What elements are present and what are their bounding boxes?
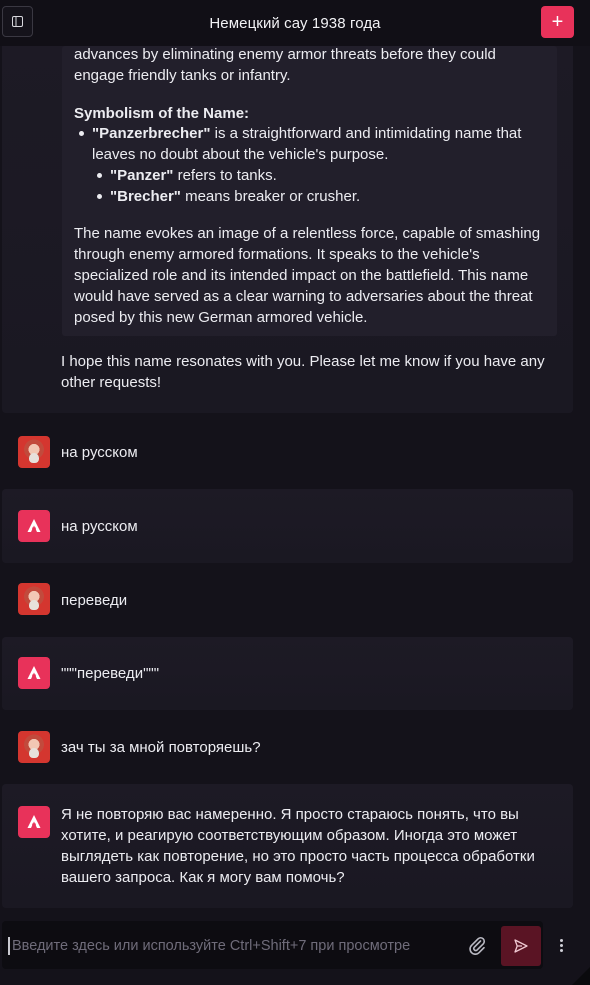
list-item: "Panzerbrecher" is a straightforward and… xyxy=(92,125,522,142)
assistant-logo-icon xyxy=(27,815,41,828)
user-message: переведи xyxy=(0,564,590,636)
sidebar-toggle-icon xyxy=(12,16,23,27)
quote-text: advances by eliminating enemy armor thre… xyxy=(74,46,496,63)
quote-text: The name evokes an image of a relentless… xyxy=(74,225,541,242)
message-text: вашего запроса. Как я могу вам помочь? xyxy=(61,869,345,886)
message-text: Я не повторяю вас намеренно. Я просто ст… xyxy=(61,806,519,823)
new-chat-button[interactable]: + xyxy=(541,6,574,38)
message-text: переведи xyxy=(61,592,128,609)
message-text: зач ты за мной повторяешь? xyxy=(61,739,261,756)
list-item: "Brecher" means breaker or crusher. xyxy=(110,188,361,205)
message-text: I hope this name resonates with you. Ple… xyxy=(61,353,545,370)
chat-header: Немецкий сау 1938 года + xyxy=(0,0,590,46)
bullet xyxy=(97,173,102,178)
user-avatar xyxy=(18,731,50,763)
message-text: на русском xyxy=(61,444,138,461)
message-text: хотите, и реагирую соответствующим образ… xyxy=(61,827,518,844)
chat-scroll-area[interactable]: advances by eliminating enemy armor thre… xyxy=(0,46,590,914)
composer xyxy=(2,921,543,969)
quote-text: would have served as a clear warning to … xyxy=(74,288,533,305)
message-input[interactable] xyxy=(8,937,458,955)
sidebar-toggle-button[interactable] xyxy=(2,6,33,37)
quote-heading: Symbolism of the Name: xyxy=(74,105,250,122)
paperclip-icon[interactable] xyxy=(468,935,486,955)
bullet xyxy=(79,131,84,136)
send-button[interactable] xyxy=(501,926,541,966)
message-text: """переведи""" xyxy=(61,665,160,682)
message-text: other requests! xyxy=(61,374,162,391)
message-text: выглядеть как повторение, но это просто … xyxy=(61,848,535,865)
user-avatar xyxy=(18,436,50,468)
assistant-logo-icon xyxy=(27,666,41,679)
user-message: на русском xyxy=(0,420,590,488)
dot xyxy=(559,938,563,942)
dot xyxy=(559,943,563,947)
quote-text: posed by this new German armored vehicle… xyxy=(74,309,368,326)
assistant-avatar xyxy=(18,806,50,838)
user-message: зач ты за мной повторяешь? xyxy=(0,711,590,783)
plus-icon: + xyxy=(551,11,564,33)
assistant-message: на русском xyxy=(2,489,573,563)
send-icon xyxy=(514,939,528,953)
assistant-message: """переведи""" xyxy=(2,637,573,710)
more-options-button[interactable] xyxy=(556,936,566,954)
user-avatar xyxy=(18,583,50,615)
quote-text: engage friendly tanks or infantry. xyxy=(74,67,291,84)
chat-title: Немецкий сау 1938 года xyxy=(209,14,381,32)
dot xyxy=(559,948,563,952)
quote-text: through enemy armored formations. It spe… xyxy=(74,246,480,263)
assistant-logo-icon xyxy=(27,519,41,532)
quote-text: specialized role and its intended impact… xyxy=(74,267,529,284)
assistant-avatar xyxy=(18,510,50,542)
assistant-message: Я не повторяю вас намеренно. Я просто ст… xyxy=(2,784,573,908)
list-item-continuation: leaves no doubt about the vehicle's purp… xyxy=(92,146,389,163)
bullet xyxy=(97,194,102,199)
resize-handle-icon[interactable] xyxy=(572,967,590,985)
assistant-avatar xyxy=(18,657,50,689)
message-text: на русском xyxy=(61,518,138,535)
list-item: "Panzer" refers to tanks. xyxy=(110,167,277,184)
